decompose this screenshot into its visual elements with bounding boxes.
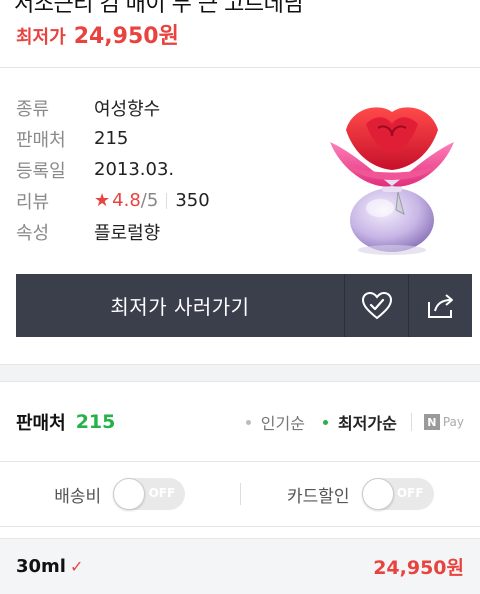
info-row-attribute: 속성 플로럴향 (16, 216, 210, 247)
share-icon (427, 293, 453, 318)
info-row-type: 종류 여성향수 (16, 92, 210, 123)
lowest-price: 최저가 24,950원 (16, 18, 179, 50)
info-row-date: 등록일 2013.03. (16, 154, 210, 185)
toggle-knob (113, 478, 146, 510)
bullet-icon (322, 419, 328, 425)
toggle-state: OFF (396, 486, 424, 500)
info-key: 속성 (16, 222, 50, 244)
info-value: 플로럴향 (94, 222, 161, 244)
star-icon: ★ (94, 190, 111, 211)
option-name: 30ml (16, 556, 66, 577)
sort-options: 인기순 최저가순 N Pay (228, 410, 464, 434)
filter-bar: 배송비 OFF 카드할인 OFF (0, 461, 480, 527)
check-icon: ✓ (69, 557, 84, 576)
rating-max: /5 (140, 190, 159, 211)
seller-count: 215 (75, 411, 116, 433)
shipping-toggle[interactable]: OFF (113, 478, 186, 510)
bullet-icon (245, 419, 251, 425)
review-count: 350 (175, 190, 210, 211)
info-key: 리뷰 (16, 191, 50, 213)
info-row-seller: 판매처 215 (16, 123, 210, 154)
share-button[interactable] (408, 274, 472, 337)
divider (410, 413, 412, 431)
divider (166, 192, 168, 209)
shipping-label: 배송비 (54, 486, 102, 507)
sort-lowest-price[interactable]: 최저가순 (322, 410, 397, 434)
product-header: 서조근리 김 매이 두 근 고르데님 최저가 24,950원 (0, 0, 480, 68)
lowest-price-label: 최저가 (16, 27, 66, 48)
lowest-price-value: 24,950원 (73, 24, 179, 49)
info-key: 등록일 (16, 160, 66, 182)
info-key: 판매처 (16, 129, 66, 151)
seller-header: 판매처 215 인기순 최저가순 N Pay (0, 383, 480, 461)
sort-popular[interactable]: 인기순 (245, 410, 305, 434)
sort-popular-label: 인기순 (260, 414, 305, 433)
info-value[interactable]: 215 (94, 128, 128, 149)
info-value: 여성향수 (94, 98, 161, 120)
card-discount-filter: 카드할인 OFF (241, 478, 480, 510)
product-info: 종류 여성향수 판매처 215 등록일 2013.03. 리뷰 ★ 4.8 /5… (16, 92, 210, 247)
sort-lowest-label: 최저가순 (337, 414, 397, 433)
npay-label: Pay (442, 415, 464, 429)
product-title: 서조근리 김 매이 두 근 고르데님 (14, 0, 304, 17)
review-summary[interactable]: ★ 4.8 /5 350 (94, 190, 210, 211)
shipping-filter: 배송비 OFF (0, 478, 240, 510)
info-key: 종류 (16, 98, 50, 120)
rating-value: 4.8 (112, 190, 141, 211)
wishlist-button[interactable] (344, 274, 408, 337)
toggle-state: OFF (148, 486, 176, 500)
product-image[interactable] (322, 102, 462, 257)
toggle-knob (361, 478, 394, 510)
info-value: 2013.03. (94, 159, 175, 180)
seller-title: 판매처 (16, 413, 66, 434)
option-row[interactable]: 30ml ✓ 24,950원 (0, 538, 480, 594)
card-discount-toggle[interactable]: OFF (361, 478, 434, 510)
buy-lowest-price-button[interactable]: 최저가 사러가기 (16, 274, 344, 337)
option-price: 24,950원 (373, 557, 464, 579)
heart-check-icon (361, 291, 392, 319)
section-divider (0, 364, 480, 382)
npay-filter[interactable]: N Pay (423, 414, 464, 430)
buy-bar: 최저가 사러가기 (16, 274, 472, 337)
card-discount-label: 카드할인 (286, 486, 350, 507)
info-row-review[interactable]: 리뷰 ★ 4.8 /5 350 (16, 185, 210, 216)
npay-logo-icon: N (423, 414, 440, 430)
